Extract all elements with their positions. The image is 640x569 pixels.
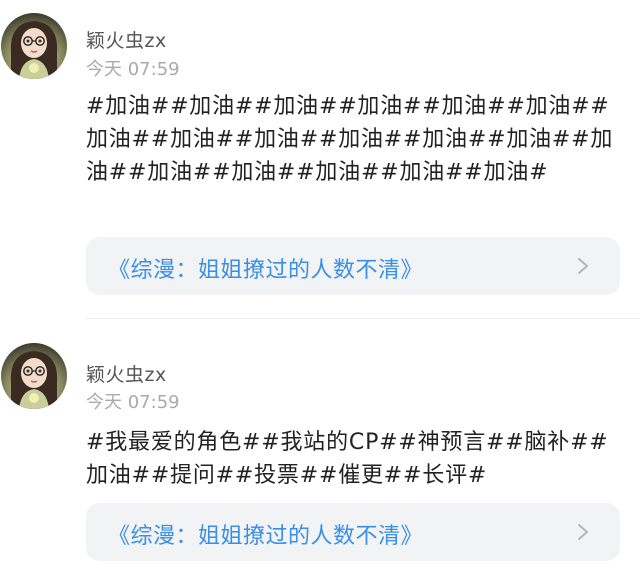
username[interactable]: 颖火虫zx (86, 26, 167, 53)
username[interactable]: 颖火虫zx (86, 360, 167, 387)
novel-link-card[interactable]: 《综漫：姐姐撩过的人数不清》 (86, 237, 620, 295)
comment-text: #加油##加油##加油##加油##加油##加油##加油##加油##加油##加油#… (86, 94, 614, 185)
comment-feed: 颖火虫zx 今天 07:59 #加油##加油##加油##加油##加油##加油##… (0, 0, 640, 569)
user-avatar[interactable] (1, 13, 67, 79)
chevron-right-icon (578, 258, 588, 274)
timestamp: 今天 07:59 (86, 59, 180, 80)
chevron-right-icon (578, 524, 588, 540)
comment-post: 颖火虫zx 今天 07:59 #加油##加油##加油##加油##加油##加油##… (0, 0, 640, 318)
avatar-girl-with-glasses-icon (1, 343, 67, 409)
novel-title-link[interactable]: 《综漫：姐姐撩过的人数不清》 (108, 518, 423, 550)
novel-title-link[interactable]: 《综漫：姐姐撩过的人数不清》 (108, 252, 423, 284)
novel-link-card[interactable]: 《综漫：姐姐撩过的人数不清》 (86, 503, 620, 561)
comment-post: 颖火虫zx 今天 07:59 #我最爱的角色##我站的CP##神预言##脑补##… (0, 318, 640, 569)
comment-text: #我最爱的角色##我站的CP##神预言##脑补##加油##提问##投票##催更#… (86, 430, 609, 488)
timestamp: 今天 07:59 (86, 392, 180, 413)
avatar-girl-with-glasses-icon (1, 13, 67, 79)
user-avatar[interactable] (1, 343, 67, 409)
